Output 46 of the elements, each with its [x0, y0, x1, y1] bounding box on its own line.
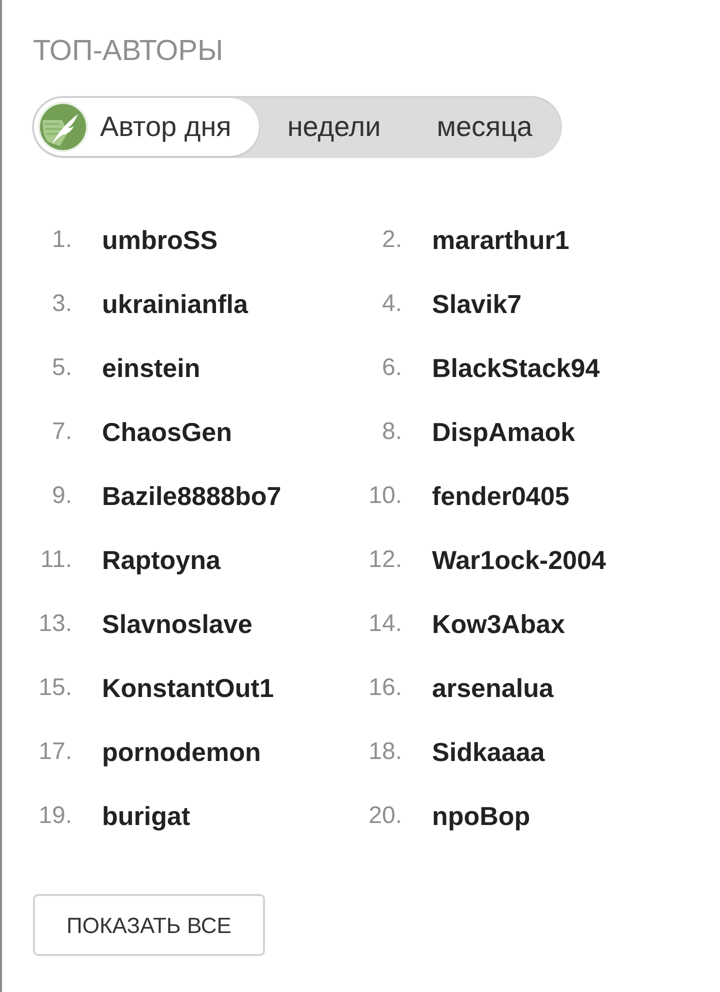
author-link[interactable]: KonstantOut1	[102, 668, 274, 708]
rank-number: 18.	[368, 737, 402, 767]
show-all-button[interactable]: ПОКАЗАТЬ ВСЕ	[33, 894, 265, 956]
author-link[interactable]: Raptoyna	[102, 540, 220, 580]
author-link[interactable]: arsenalua	[432, 668, 554, 708]
author-link[interactable]: einstein	[102, 348, 200, 388]
author-link[interactable]: umbroSS	[102, 220, 218, 260]
section-title: ТОП-АВТОРЫ	[33, 34, 224, 68]
author-link[interactable]: burigat	[102, 796, 190, 836]
author-link[interactable]: ukrainianfla	[102, 284, 248, 324]
rank-number: 13.	[38, 609, 72, 639]
author-link[interactable]: ChaosGen	[102, 412, 232, 452]
rank-number: 12.	[368, 545, 402, 575]
author-link[interactable]: fender0405	[432, 476, 570, 516]
rank-number: 15.	[38, 673, 72, 703]
author-link[interactable]: Sidkaaaa	[432, 732, 545, 772]
feather-icon	[38, 102, 88, 152]
period-tab[interactable]: недели	[259, 98, 409, 156]
rank-number: 8.	[380, 417, 402, 447]
rank-number: 16.	[368, 673, 402, 703]
rank-number: 7.	[50, 417, 72, 447]
rank-number: 14.	[368, 609, 402, 639]
rank-number: 11.	[39, 545, 72, 575]
author-link[interactable]: Slavik7	[432, 284, 522, 324]
author-link[interactable]: Bazile8888bo7	[102, 476, 282, 516]
rank-number: 5.	[50, 353, 72, 383]
rank-number: 10.	[368, 481, 402, 511]
rank-number: 20.	[368, 801, 402, 831]
period-tab[interactable]: Автор дня	[34, 98, 260, 156]
rank-number: 3.	[50, 289, 72, 319]
rank-number: 2.	[380, 225, 402, 255]
period-tab[interactable]: месяца	[408, 98, 560, 156]
rank-number: 9.	[50, 481, 72, 511]
author-link[interactable]: pornodemon	[102, 732, 261, 772]
rank-number: 4.	[380, 289, 402, 319]
author-link[interactable]: Slavnoslave	[102, 604, 252, 644]
rank-number: 19.	[38, 801, 72, 831]
author-link[interactable]: DispAmaok	[432, 412, 576, 452]
rank-number: 6.	[380, 353, 402, 383]
author-link[interactable]: BlackStack94	[432, 348, 600, 388]
author-link[interactable]: Kow3Abax	[432, 604, 565, 644]
rank-number: 17.	[38, 737, 72, 767]
author-link[interactable]: War1ock-2004	[432, 540, 606, 580]
rank-number: 1.	[50, 225, 72, 255]
author-link[interactable]: npoBop	[432, 796, 530, 836]
author-link[interactable]: mararthur1	[432, 220, 570, 260]
